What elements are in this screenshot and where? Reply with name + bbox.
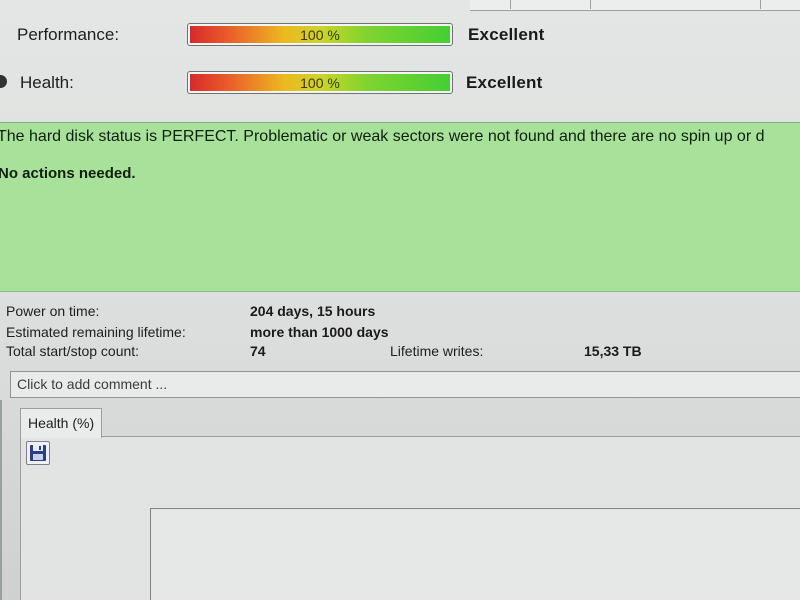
start-stop-count-value: 74 (250, 343, 266, 359)
health-gauge: 100 % (187, 71, 453, 94)
panel-left-edge (0, 400, 2, 600)
save-button[interactable] (26, 441, 50, 465)
power-on-time-label: Power on time: (6, 303, 100, 319)
floppy-disk-icon (30, 445, 46, 461)
tab-health-percent[interactable]: Health (%) (20, 408, 103, 438)
performance-rating: Excellent (468, 25, 545, 44)
remaining-lifetime-value: more than 1000 days (250, 324, 389, 340)
comment-input[interactable] (15, 375, 719, 393)
status-message: The hard disk status is PERFECT. Problem… (0, 128, 765, 145)
top-tab-strip (470, 0, 800, 11)
top-tab-fragment[interactable] (510, 0, 511, 9)
disk-stats: Power on time: 204 days, 15 hours Estima… (0, 300, 800, 366)
health-chart-area (150, 508, 800, 600)
health-label: Health: (20, 73, 74, 92)
health-row: Health: 100 % Excellent (0, 69, 800, 99)
performance-label: Performance: (17, 25, 120, 44)
lifetime-writes-value: 15,33 TB (584, 343, 642, 359)
performance-gauge: 100 % (187, 23, 453, 46)
disk-status-window: Performance: 100 % Excellent Health: 100… (0, 0, 800, 600)
power-on-time-value: 204 days, 15 hours (250, 303, 376, 319)
performance-gauge-track: 100 % (190, 26, 450, 43)
status-panel: The hard disk status is PERFECT. Problem… (0, 122, 800, 292)
performance-row: Performance: 100 % Excellent (0, 21, 800, 51)
start-stop-count-label: Total start/stop count: (6, 343, 140, 359)
status-action: No actions needed. (0, 165, 136, 182)
health-rating: Excellent (466, 73, 543, 92)
health-status-dot-icon (0, 75, 7, 88)
health-gauge-track: 100 % (190, 74, 450, 91)
remaining-lifetime-label: Estimated remaining lifetime: (6, 324, 186, 340)
health-gauge-text: 100 % (300, 75, 340, 91)
top-tab-fragment[interactable] (760, 0, 761, 9)
performance-gauge-text: 100 % (300, 27, 340, 43)
lifetime-writes-label: Lifetime writes: (390, 343, 484, 359)
comment-box[interactable] (10, 371, 800, 398)
top-tab-fragment[interactable] (590, 0, 591, 9)
